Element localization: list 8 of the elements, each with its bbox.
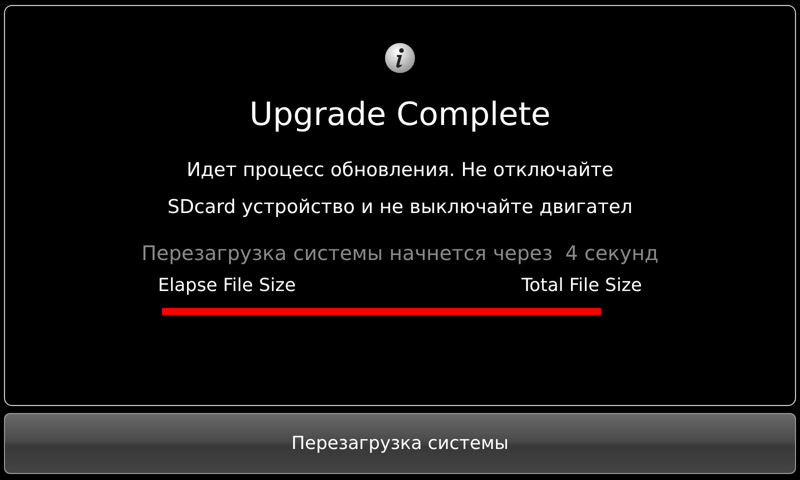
message-text: SDcard устройство и не выключайте двигател: [167, 195, 633, 220]
countdown-text: Перезагрузка системы начнется через 4 секунд: [141, 240, 659, 267]
restart-button[interactable]: Перезагрузка системы: [4, 413, 796, 474]
message-text: Идет процесс обновления. Не отключайте: [186, 158, 614, 183]
dialog-title: Upgrade Complete: [249, 94, 551, 134]
elapsed-size-label: Elapse File Size: [158, 274, 296, 298]
info-icon: [384, 42, 416, 74]
total-size-label: Total File Size: [521, 274, 642, 298]
